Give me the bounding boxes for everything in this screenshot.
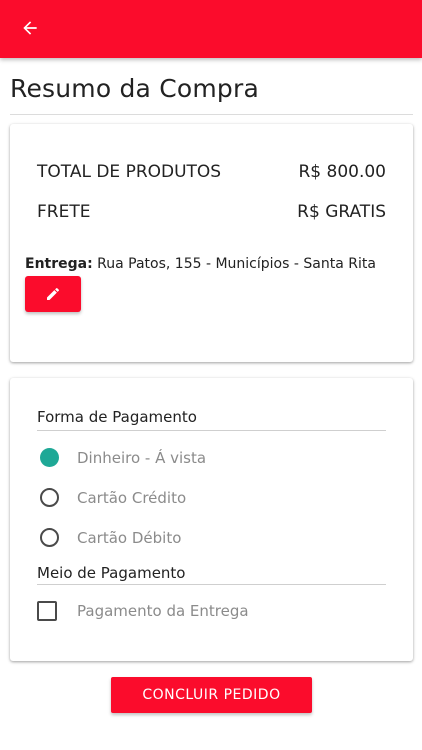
payment-form-divider — [37, 430, 386, 431]
app-bar — [0, 0, 422, 58]
delivery-address: Rua Patos, 155 - Municípios - Santa Rita — [92, 256, 376, 272]
checkbox-label: Pagamento da Entrega — [77, 602, 249, 620]
pencil-icon — [47, 287, 60, 300]
payment-means-title: Meio de Pagamento — [37, 564, 186, 582]
radio-unselected-icon[interactable] — [40, 528, 59, 547]
delivery-info: Entrega: Rua Patos, 155 - Municípios - S… — [25, 256, 376, 272]
arrow-back-icon — [23, 21, 37, 35]
freight-label: FRETE — [37, 202, 91, 222]
total-products-label: TOTAL DE PRODUTOS — [37, 162, 222, 182]
page-title: Resumo da Compra — [10, 74, 260, 103]
radio-unselected-icon[interactable] — [40, 488, 59, 507]
summary-card: TOTAL DE PRODUTOS R$ 800.00 FRETE R$ GRA… — [10, 124, 413, 362]
checkbox-pay-on-delivery[interactable]: Pagamento da Entrega — [37, 601, 249, 621]
radio-label-debit: Cartão Débito — [77, 528, 182, 547]
delivery-label: Entrega: — [25, 256, 93, 272]
back-button[interactable] — [12, 10, 48, 46]
checkbox-icon[interactable] — [37, 601, 57, 621]
total-products-value: R$ 800.00 — [298, 162, 386, 182]
title-divider — [10, 114, 413, 115]
radio-option-cash[interactable]: Dinheiro - Á vista — [40, 448, 206, 467]
edit-address-button[interactable] — [25, 276, 81, 312]
payment-card: Forma de Pagamento Dinheiro - Á vista Ca… — [10, 378, 413, 661]
radio-label-credit: Cartão Crédito — [77, 488, 187, 507]
payment-form-title: Forma de Pagamento — [37, 408, 197, 426]
radio-option-debit[interactable]: Cartão Débito — [40, 528, 181, 547]
freight-row: FRETE R$ GRATIS — [37, 202, 386, 222]
conclude-order-button[interactable]: CONCLUIR PEDIDO — [111, 677, 312, 713]
payment-means-divider — [37, 584, 386, 585]
radio-label-cash: Dinheiro - Á vista — [77, 448, 207, 467]
freight-value: R$ GRATIS — [297, 202, 386, 222]
radio-selected-icon[interactable] — [40, 448, 59, 467]
total-products-row: TOTAL DE PRODUTOS R$ 800.00 — [37, 162, 386, 182]
radio-option-credit[interactable]: Cartão Crédito — [40, 488, 186, 507]
